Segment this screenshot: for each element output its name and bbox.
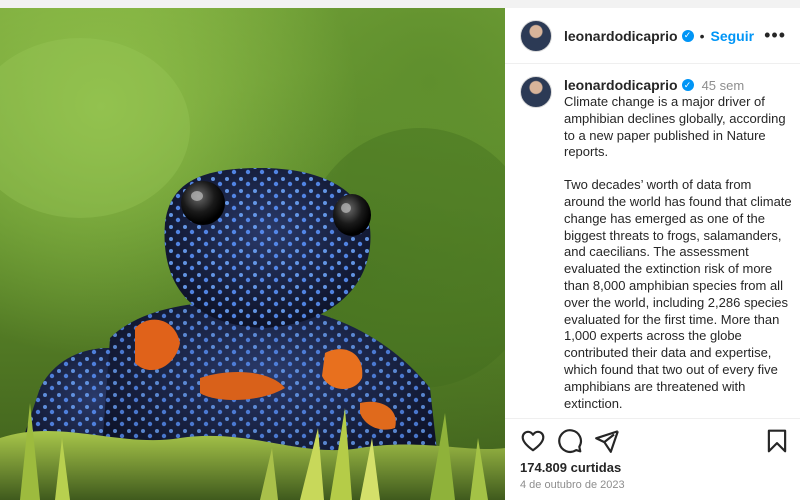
comment-icon[interactable] [557,428,583,454]
browser-top-strip [0,0,800,8]
caption-paragraph-2: Two decades’ worth of data from around t… [564,177,792,411]
avatar[interactable] [520,19,552,52]
caption-timestamp[interactable]: 45 sem [702,78,745,93]
separator-dot: • [699,27,705,44]
caption-row: leonardodicaprio ✓ 45 sem Climate change… [520,76,795,412]
more-options-icon[interactable]: ••• [764,25,786,46]
post-header: leonardodicaprio ✓ • Seguir ••• [505,8,800,64]
verified-badge-icon: ✓ [681,79,694,91]
post-image[interactable] [0,8,505,500]
caption-header: leonardodicaprio ✓ 45 sem [564,76,795,94]
username-link[interactable]: leonardodicaprio [564,28,678,44]
heart-icon[interactable] [520,428,546,454]
bookmark-icon[interactable] [764,428,790,454]
actions-divider [505,418,800,419]
header-user-info: leonardodicaprio ✓ • Seguir [564,28,754,44]
follow-button[interactable]: Seguir [710,28,754,44]
salamander-photo [0,38,505,500]
post-side-panel: leonardodicaprio ✓ • Seguir ••• leonardo… [505,8,800,500]
action-bar [520,428,790,454]
caption-username-link[interactable]: leonardodicaprio [564,77,678,93]
caption: leonardodicaprio ✓ 45 sem Climate change… [520,76,795,421]
caption-paragraph-1: Climate change is a major driver of amph… [564,94,786,160]
caption-avatar[interactable] [520,76,552,108]
caption-body: leonardodicaprio ✓ 45 sem Climate change… [564,76,795,412]
share-icon[interactable] [594,428,620,454]
verified-badge-icon: ✓ [681,29,694,42]
likes-count[interactable]: 174.809 curtidas [520,460,621,475]
post-date[interactable]: 4 de outubro de 2023 [520,479,625,491]
